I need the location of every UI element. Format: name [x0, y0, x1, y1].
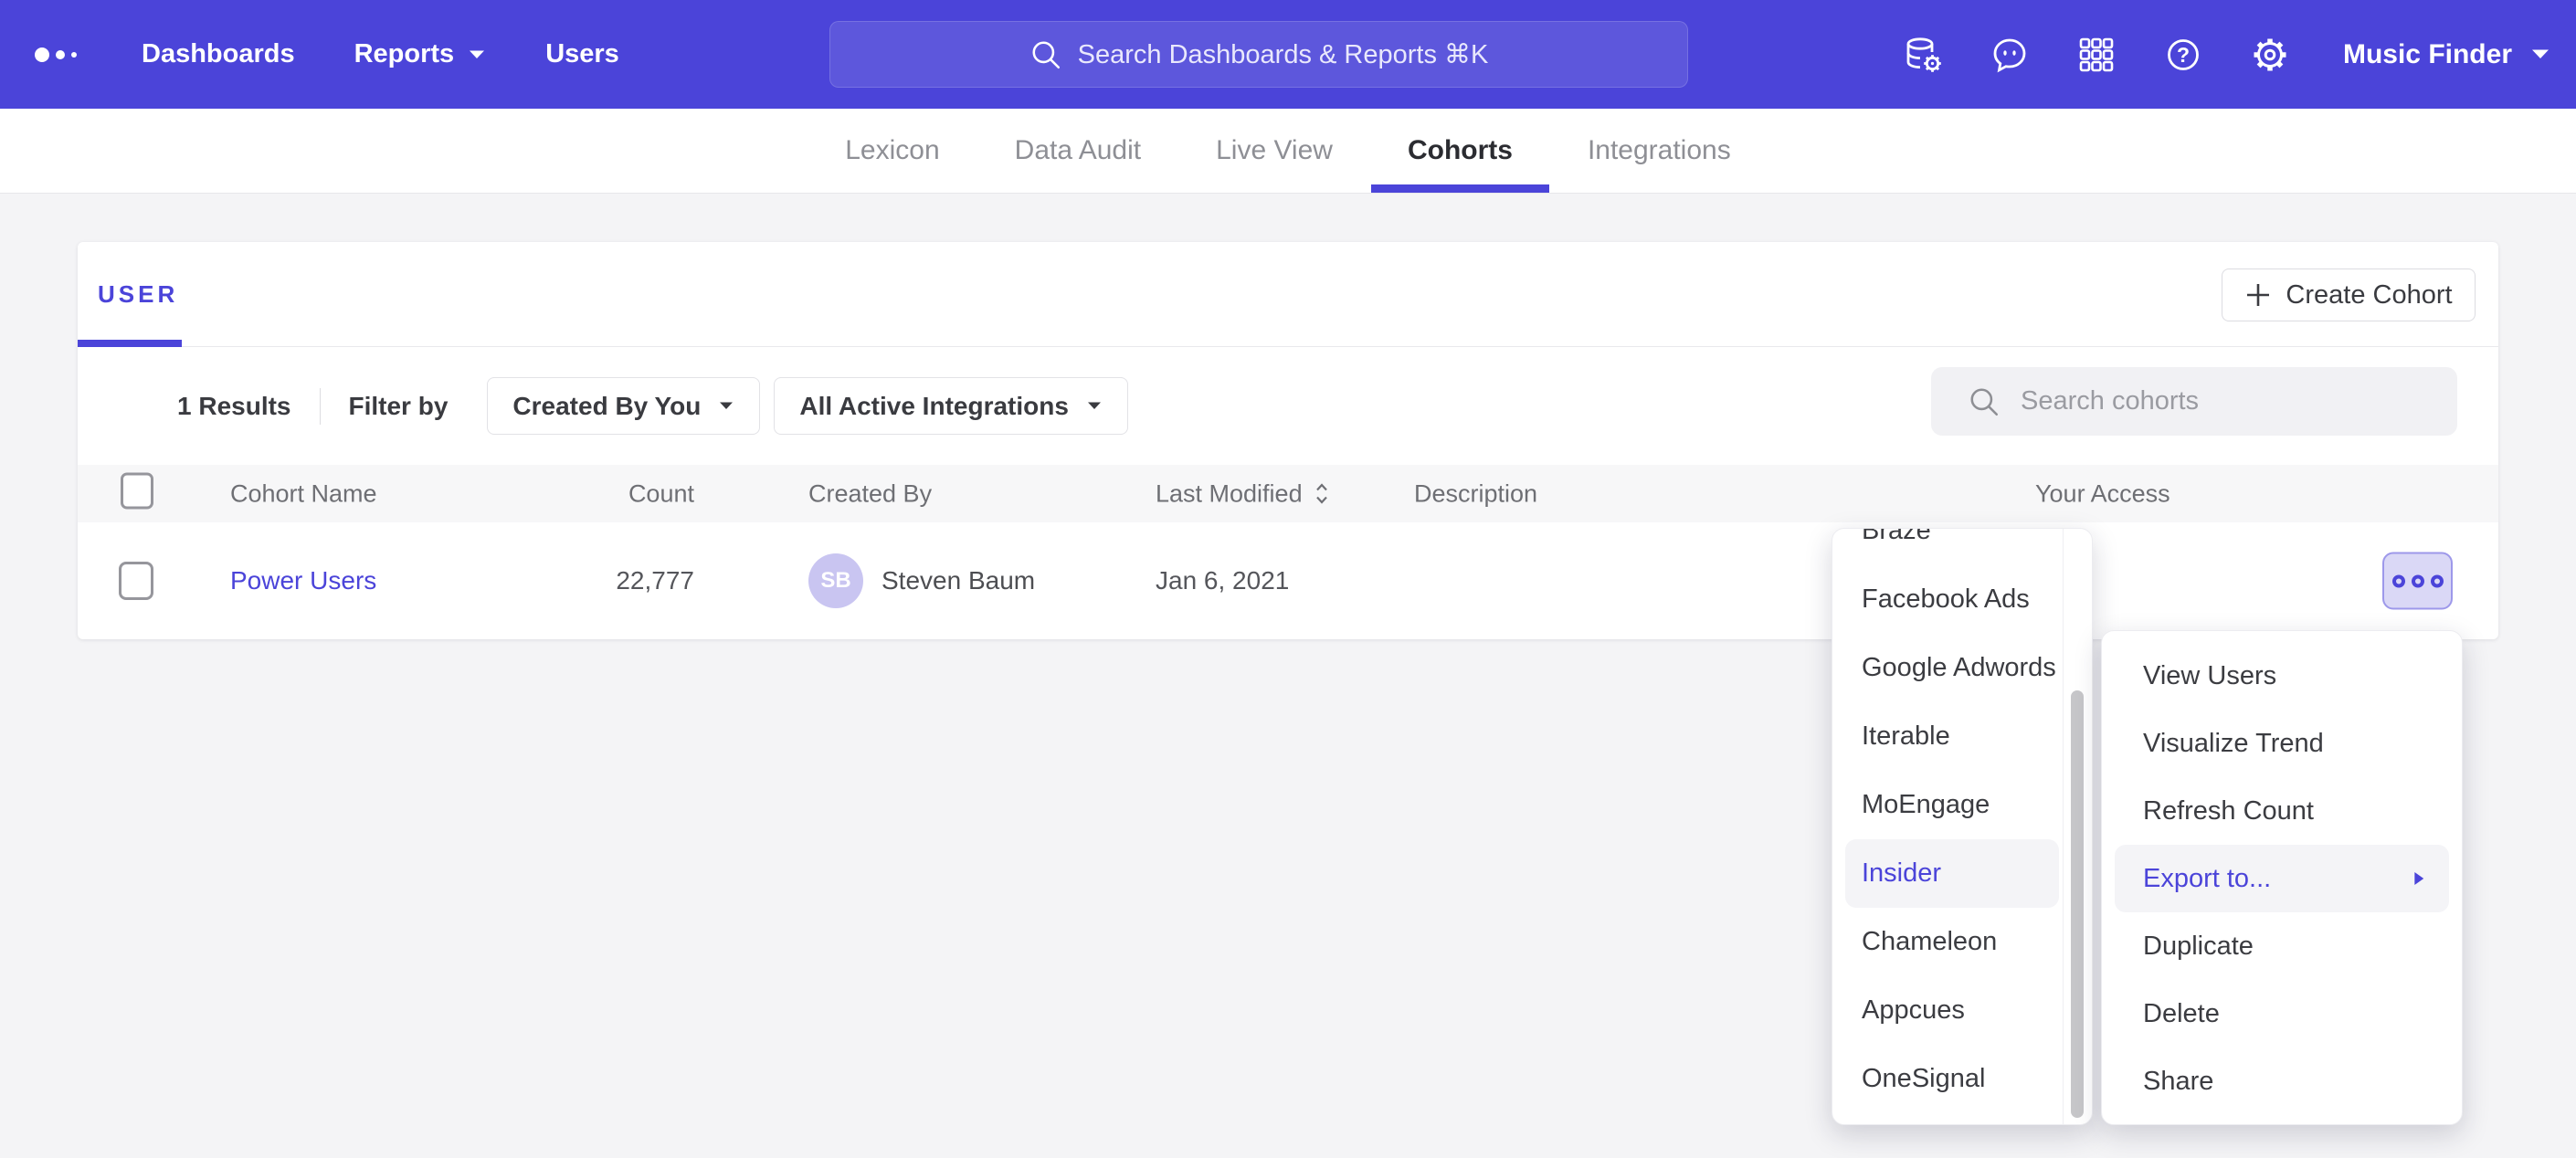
tab-cohorts-label: Cohorts — [1408, 135, 1513, 166]
menu-item-view-users[interactable]: View Users — [2102, 642, 2462, 710]
submenu-item-google-adwords[interactable]: Google Adwords — [1832, 634, 2059, 702]
create-cohort-button[interactable]: Create Cohort — [2222, 268, 2476, 321]
submenu-scrollbar-thumb[interactable] — [2071, 690, 2084, 1118]
divider — [320, 388, 321, 425]
user-tab-underline — [78, 340, 182, 347]
column-description: Description — [1414, 479, 1537, 508]
nav-reports-label: Reports — [354, 39, 455, 69]
tab-integrations[interactable]: Integrations — [1588, 109, 1731, 193]
column-count: Count — [516, 479, 694, 508]
tab-live-view[interactable]: Live View — [1216, 109, 1333, 193]
project-name: Music Finder — [2343, 39, 2512, 70]
select-all-checkbox[interactable] — [121, 472, 153, 509]
nav-dashboards[interactable]: Dashboards — [142, 39, 295, 69]
create-cohort-label: Create Cohort — [2286, 280, 2452, 311]
submenu-item-moengage[interactable]: MoEngage — [1832, 771, 2059, 839]
row-checkbox[interactable] — [119, 562, 153, 600]
section-tabs: Lexicon Data Audit Live View Cohorts Int… — [0, 109, 2576, 194]
cohorts-card: USER Create Cohort 1 Results Filter by C… — [78, 242, 2498, 639]
column-last-modified-sort[interactable]: Last Modified — [1156, 479, 1330, 508]
search-icon — [1968, 385, 2001, 418]
menu-item-duplicate[interactable]: Duplicate — [2102, 912, 2462, 980]
submenu-item-braze[interactable]: Braze — [1832, 528, 2059, 565]
nav-reports[interactable]: Reports — [354, 39, 487, 69]
chevron-down-icon — [718, 401, 734, 411]
mixpanel-logo[interactable] — [35, 47, 77, 62]
more-dot — [2412, 574, 2424, 587]
column-your-access: Your Access — [2035, 479, 2170, 508]
project-switcher[interactable]: Music Finder — [2343, 39, 2550, 70]
submenu-item-insider[interactable]: Insider — [1845, 839, 2059, 908]
last-modified-date: Jan 6, 2021 — [1156, 566, 1289, 595]
nav-users[interactable]: Users — [545, 39, 619, 69]
table-row: Power Users 22,777 SB Steven Baum Jan 6,… — [78, 522, 2498, 639]
filter-by-label: Filter by — [349, 392, 449, 421]
top-navbar: Dashboards Reports Users Search Dashboar… — [0, 0, 2576, 109]
cohort-name-link[interactable]: Power Users — [230, 566, 376, 595]
chevron-down-icon — [468, 49, 486, 60]
column-last-modified-label: Last Modified — [1156, 479, 1303, 508]
chevron-down-icon — [2530, 48, 2550, 60]
feedback-icon[interactable] — [1989, 34, 2031, 76]
submenu-item-appcues[interactable]: Appcues — [1832, 976, 2059, 1045]
table-header: Cohort Name Count Created By Last Modifi… — [78, 465, 2498, 522]
logo-dot — [71, 52, 77, 58]
global-search-placeholder: Search Dashboards & Reports ⌘K — [1078, 38, 1489, 70]
column-cohort-name: Cohort Name — [230, 479, 377, 508]
export-submenu-list: Braze Facebook Ads Google Adwords Iterab… — [1832, 528, 2092, 1113]
avatar: SB — [808, 553, 863, 608]
column-created-by: Created By — [808, 479, 932, 508]
page-body: USER Create Cohort 1 Results Filter by C… — [0, 194, 2576, 639]
search-cohorts-input[interactable]: Search cohorts — [1931, 367, 2457, 436]
submenu-item-facebook-ads[interactable]: Facebook Ads — [1832, 565, 2059, 634]
integrations-filter-label: All Active Integrations — [799, 392, 1069, 421]
submenu-arrow-icon — [2412, 870, 2425, 888]
logo-dot — [35, 47, 49, 62]
submenu-item-iterable[interactable]: Iterable — [1832, 702, 2059, 771]
menu-item-refresh-count[interactable]: Refresh Count — [2102, 777, 2462, 845]
tab-data-audit[interactable]: Data Audit — [1015, 109, 1141, 193]
menu-item-export-to[interactable]: Export to... — [2115, 845, 2449, 912]
row-actions-button[interactable] — [2382, 553, 2453, 610]
chevron-down-icon — [1086, 401, 1103, 411]
logo-dot — [56, 50, 65, 59]
settings-gear-icon[interactable] — [2249, 34, 2291, 76]
tab-user-label: USER — [98, 280, 178, 309]
integrations-filter-dropdown[interactable]: All Active Integrations — [774, 377, 1128, 435]
svg-text:?: ? — [2177, 43, 2190, 67]
tab-cohorts[interactable]: Cohorts — [1408, 109, 1513, 193]
search-icon — [1029, 38, 1062, 71]
menu-item-delete[interactable]: Delete — [2102, 980, 2462, 1047]
menu-item-share[interactable]: Share — [2102, 1047, 2462, 1115]
submenu-item-chameleon[interactable]: Chameleon — [1832, 908, 2059, 976]
tab-user[interactable]: USER — [98, 242, 178, 346]
created-by-filter-label: Created By You — [512, 392, 701, 421]
menu-item-export-to-label: Export to... — [2143, 864, 2271, 894]
sort-icon — [1314, 482, 1330, 506]
cohort-count: 22,777 — [516, 566, 694, 595]
created-by-filter-dropdown[interactable]: Created By You — [487, 377, 760, 435]
search-cohorts-placeholder: Search cohorts — [2021, 386, 2199, 416]
export-submenu: Braze Facebook Ads Google Adwords Iterab… — [1832, 528, 2093, 1125]
more-dot — [2392, 574, 2405, 587]
main-nav: Dashboards Reports Users — [142, 0, 619, 109]
help-icon[interactable]: ? — [2162, 34, 2204, 76]
more-dot — [2431, 574, 2444, 587]
apps-grid-icon[interactable] — [2075, 34, 2117, 76]
submenu-scrollbar[interactable] — [2063, 529, 2092, 1124]
active-tab-underline — [1371, 184, 1549, 193]
row-context-menu: View Users Visualize Trend Refresh Count… — [2101, 630, 2463, 1125]
results-count: 1 Results — [177, 392, 291, 421]
cohort-type-tabs: USER Create Cohort — [78, 242, 2498, 347]
navbar-actions: ? Music Finder — [1902, 0, 2550, 109]
submenu-item-onesignal[interactable]: OneSignal — [1832, 1045, 2059, 1113]
menu-item-visualize-trend[interactable]: Visualize Trend — [2102, 710, 2462, 777]
data-management-icon[interactable] — [1902, 34, 1944, 76]
created-by-name: Steven Baum — [882, 566, 1035, 595]
global-search-input[interactable]: Search Dashboards & Reports ⌘K — [829, 21, 1688, 88]
filter-toolbar: 1 Results Filter by Created By You All A… — [78, 347, 2498, 465]
plus-icon — [2244, 281, 2272, 309]
tab-lexicon[interactable]: Lexicon — [845, 109, 939, 193]
